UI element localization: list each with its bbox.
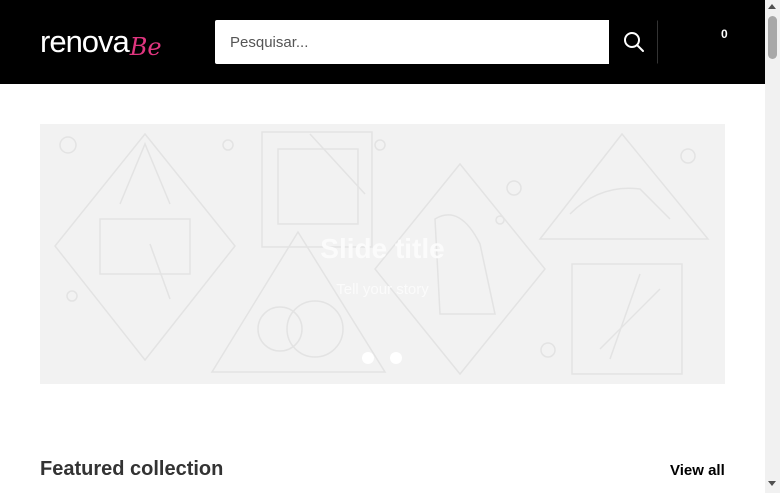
view-all-link[interactable]: View all — [670, 462, 725, 479]
scrollbar-thumb[interactable] — [768, 16, 777, 59]
site-header: renova Be 0 — [0, 0, 765, 84]
shopping-bag-icon — [692, 34, 716, 57]
hero-slideshow[interactable]: Slide title Tell your story — [40, 124, 725, 384]
scroll-down-arrow-icon[interactable] — [768, 481, 776, 486]
logo-script-mark: Be — [129, 33, 162, 61]
cart-count-badge: 0 — [721, 27, 728, 41]
slide-dots — [362, 352, 402, 364]
slide-dot-1[interactable] — [362, 352, 374, 364]
store-logo[interactable]: renova Be — [40, 22, 162, 62]
page-scrollbar[interactable] — [765, 0, 780, 493]
cart-button[interactable]: 0 — [690, 22, 738, 62]
search-form — [215, 20, 658, 64]
logo-wordmark: renova — [40, 24, 130, 59]
search-input[interactable] — [215, 20, 609, 64]
featured-collection-title: Featured collection — [40, 458, 224, 480]
page: renova Be 0 — [0, 0, 765, 493]
slide-title: Slide title — [320, 233, 445, 264]
scroll-up-arrow-icon[interactable] — [768, 4, 776, 9]
search-button[interactable] — [609, 20, 658, 64]
slide-subtitle: Tell your story — [336, 281, 429, 298]
search-icon — [623, 32, 644, 52]
slide-dot-2[interactable] — [390, 352, 402, 364]
